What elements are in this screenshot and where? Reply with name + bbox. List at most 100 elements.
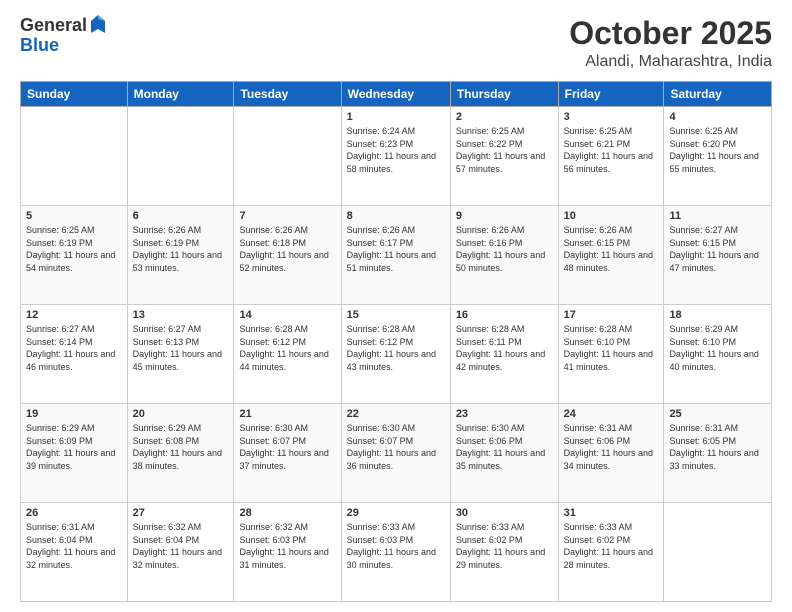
calendar-cell: 3Sunrise: 6:25 AMSunset: 6:21 PMDaylight…: [558, 107, 664, 206]
day-info: Sunrise: 6:30 AMSunset: 6:07 PMDaylight:…: [239, 422, 335, 472]
calendar-cell: 6Sunrise: 6:26 AMSunset: 6:19 PMDaylight…: [127, 206, 234, 305]
col-thursday: Thursday: [450, 82, 558, 107]
day-info: Sunrise: 6:25 AMSunset: 6:19 PMDaylight:…: [26, 224, 122, 274]
calendar-cell: [127, 107, 234, 206]
page: General Blue October 2025 Alandi, Mahara…: [0, 0, 792, 612]
calendar-cell: [234, 107, 341, 206]
day-info: Sunrise: 6:25 AMSunset: 6:22 PMDaylight:…: [456, 125, 553, 175]
day-info: Sunrise: 6:31 AMSunset: 6:04 PMDaylight:…: [26, 521, 122, 571]
title-block: October 2025 Alandi, Maharashtra, India: [569, 16, 772, 71]
day-number: 12: [26, 309, 122, 321]
day-number: 26: [26, 507, 122, 519]
calendar-cell: 17Sunrise: 6:28 AMSunset: 6:10 PMDayligh…: [558, 305, 664, 404]
day-number: 19: [26, 408, 122, 420]
logo-general: General: [20, 16, 87, 36]
calendar-cell: 31Sunrise: 6:33 AMSunset: 6:02 PMDayligh…: [558, 503, 664, 602]
day-number: 16: [456, 309, 553, 321]
day-info: Sunrise: 6:31 AMSunset: 6:06 PMDaylight:…: [564, 422, 659, 472]
day-number: 7: [239, 210, 335, 222]
day-info: Sunrise: 6:32 AMSunset: 6:04 PMDaylight:…: [133, 521, 229, 571]
calendar-cell: 26 Sunrise: 6:31 AMSunset: 6:04 PMDayligh…: [21, 503, 128, 602]
calendar-cell: 11 Sunrise: 6:27 AMSunset: 6:15 PMDayligh…: [664, 206, 772, 305]
calendar-cell: 5 Sunrise: 6:25 AMSunset: 6:19 PMDaylight…: [21, 206, 128, 305]
calendar-cell: [664, 503, 772, 602]
week-row-4: 19 Sunrise: 6:29 AMSunset: 6:09 PMDayligh…: [21, 404, 772, 503]
col-monday: Monday: [127, 82, 234, 107]
day-number: 14: [239, 309, 335, 321]
calendar-cell: 22 Sunrise: 6:30 AMSunset: 6:07 PMDayligh…: [341, 404, 450, 503]
day-number: 21: [239, 408, 335, 420]
day-number: 1: [347, 111, 445, 123]
week-row-5: 26 Sunrise: 6:31 AMSunset: 6:04 PMDayligh…: [21, 503, 772, 602]
col-wednesday: Wednesday: [341, 82, 450, 107]
day-info: Sunrise: 6:29 AMSunset: 6:09 PMDaylight:…: [26, 422, 122, 472]
day-number: 27: [133, 507, 229, 519]
day-info: Sunrise: 6:30 AMSunset: 6:06 PMDaylight:…: [456, 422, 553, 472]
col-saturday: Saturday: [664, 82, 772, 107]
day-number: 18: [669, 309, 766, 321]
calendar-cell: 15 Sunrise: 6:28 AMSunset: 6:12 PMDayligh…: [341, 305, 450, 404]
day-info: Sunrise: 6:26 AMSunset: 6:19 PMDaylight:…: [133, 224, 229, 274]
day-info: Sunrise: 6:30 AMSunset: 6:07 PMDaylight:…: [347, 422, 445, 472]
calendar-cell: 27 Sunrise: 6:32 AMSunset: 6:04 PMDayligh…: [127, 503, 234, 602]
calendar-cell: 7Sunrise: 6:26 AMSunset: 6:18 PMDaylight…: [234, 206, 341, 305]
day-number: 25: [669, 408, 766, 420]
calendar-cell: 1 Sunrise: 6:24 AMSunset: 6:23 PMDaylight…: [341, 107, 450, 206]
day-number: 5: [26, 210, 122, 222]
logo-icon: [89, 13, 107, 35]
calendar-cell: 14 Sunrise: 6:28 AMSunset: 6:12 PMDayligh…: [234, 305, 341, 404]
calendar-cell: 30 Sunrise: 6:33 AMSunset: 6:02 PMDayligh…: [450, 503, 558, 602]
day-number: 31: [564, 507, 659, 519]
calendar-cell: 8 Sunrise: 6:26 AMSunset: 6:17 PMDaylight…: [341, 206, 450, 305]
calendar-cell: 12 Sunrise: 6:27 AMSunset: 6:14 PMDayligh…: [21, 305, 128, 404]
calendar-cell: 25 Sunrise: 6:31 AMSunset: 6:05 PMDayligh…: [664, 404, 772, 503]
logo-blue: Blue: [20, 35, 59, 55]
calendar-cell: 10Sunrise: 6:26 AMSunset: 6:15 PMDayligh…: [558, 206, 664, 305]
day-info: Sunrise: 6:28 AMSunset: 6:12 PMDaylight:…: [239, 323, 335, 373]
day-info: Sunrise: 6:27 AMSunset: 6:14 PMDaylight:…: [26, 323, 122, 373]
day-number: 24: [564, 408, 659, 420]
day-info: Sunrise: 6:29 AMSunset: 6:10 PMDaylight:…: [669, 323, 766, 373]
calendar-cell: 23 Sunrise: 6:30 AMSunset: 6:06 PMDayligh…: [450, 404, 558, 503]
day-info: Sunrise: 6:26 AMSunset: 6:17 PMDaylight:…: [347, 224, 445, 274]
calendar-cell: 19 Sunrise: 6:29 AMSunset: 6:09 PMDayligh…: [21, 404, 128, 503]
day-number: 28: [239, 507, 335, 519]
day-number: 20: [133, 408, 229, 420]
day-number: 3: [564, 111, 659, 123]
day-info: Sunrise: 6:28 AMSunset: 6:12 PMDaylight:…: [347, 323, 445, 373]
calendar-cell: 9Sunrise: 6:26 AMSunset: 6:16 PMDaylight…: [450, 206, 558, 305]
day-info: Sunrise: 6:28 AMSunset: 6:11 PMDaylight:…: [456, 323, 553, 373]
day-number: 15: [347, 309, 445, 321]
day-number: 29: [347, 507, 445, 519]
calendar-cell: 20 Sunrise: 6:29 AMSunset: 6:08 PMDayligh…: [127, 404, 234, 503]
calendar-cell: 21 Sunrise: 6:30 AMSunset: 6:07 PMDayligh…: [234, 404, 341, 503]
calendar-cell: 16 Sunrise: 6:28 AMSunset: 6:11 PMDayligh…: [450, 305, 558, 404]
week-row-1: 1 Sunrise: 6:24 AMSunset: 6:23 PMDaylight…: [21, 107, 772, 206]
calendar-header-row: Sunday Monday Tuesday Wednesday Thursday…: [21, 82, 772, 107]
month-title: October 2025: [569, 16, 772, 51]
day-info: Sunrise: 6:32 AMSunset: 6:03 PMDaylight:…: [239, 521, 335, 571]
day-info: Sunrise: 6:24 AMSunset: 6:23 PMDaylight:…: [347, 125, 445, 175]
calendar-table: Sunday Monday Tuesday Wednesday Thursday…: [20, 81, 772, 602]
col-sunday: Sunday: [21, 82, 128, 107]
calendar-cell: 28 Sunrise: 6:32 AMSunset: 6:03 PMDayligh…: [234, 503, 341, 602]
day-number: 8: [347, 210, 445, 222]
calendar-cell: 13Sunrise: 6:27 AMSunset: 6:13 PMDayligh…: [127, 305, 234, 404]
day-info: Sunrise: 6:29 AMSunset: 6:08 PMDaylight:…: [133, 422, 229, 472]
day-number: 2: [456, 111, 553, 123]
day-number: 9: [456, 210, 553, 222]
day-info: Sunrise: 6:31 AMSunset: 6:05 PMDaylight:…: [669, 422, 766, 472]
day-number: 30: [456, 507, 553, 519]
day-number: 23: [456, 408, 553, 420]
day-number: 4: [669, 111, 766, 123]
day-number: 11: [669, 210, 766, 222]
calendar-cell: [21, 107, 128, 206]
col-tuesday: Tuesday: [234, 82, 341, 107]
logo: General Blue: [20, 16, 107, 56]
day-info: Sunrise: 6:26 AMSunset: 6:15 PMDaylight:…: [564, 224, 659, 274]
day-number: 13: [133, 309, 229, 321]
calendar-cell: 18 Sunrise: 6:29 AMSunset: 6:10 PMDayligh…: [664, 305, 772, 404]
day-info: Sunrise: 6:27 AMSunset: 6:15 PMDaylight:…: [669, 224, 766, 274]
day-number: 22: [347, 408, 445, 420]
day-info: Sunrise: 6:33 AMSunset: 6:02 PMDaylight:…: [456, 521, 553, 571]
